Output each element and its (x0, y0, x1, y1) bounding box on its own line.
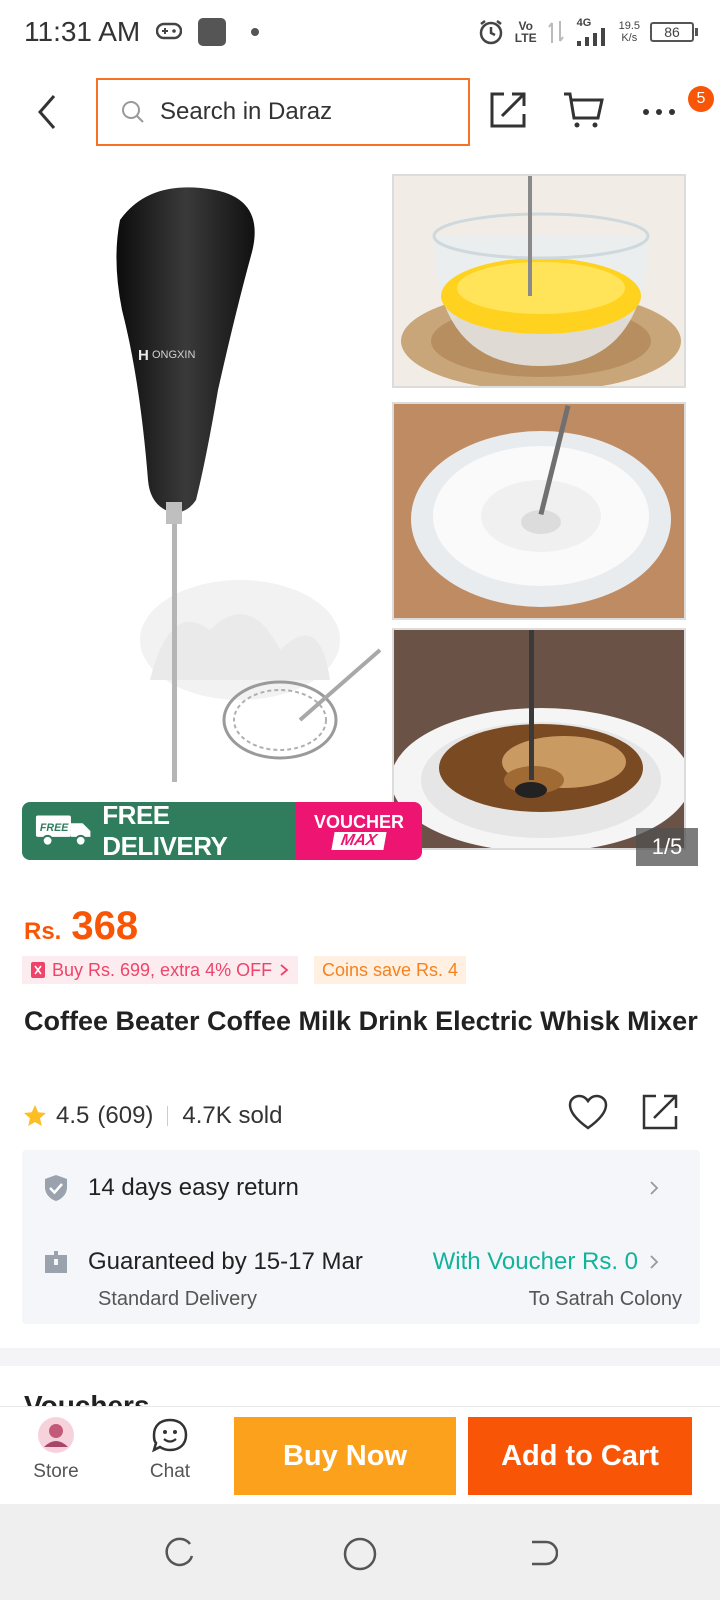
package-icon (45, 1251, 67, 1273)
cart-icon[interactable] (562, 90, 604, 130)
chevron-right-icon (280, 964, 289, 976)
home-icon[interactable] (342, 1536, 378, 1572)
store-button[interactable]: Store (16, 1415, 96, 1483)
search-input[interactable]: Search in Daraz (96, 78, 470, 146)
delivery-voucher-text: With Voucher Rs. 0 (432, 1248, 638, 1275)
more-icon[interactable] (642, 108, 676, 116)
heart-icon[interactable] (568, 1094, 608, 1132)
shield-check-icon (45, 1175, 67, 1201)
delivery-row[interactable]: Guaranteed by 15-17 Mar With Voucher Rs.… (42, 1242, 682, 1282)
chat-button[interactable]: Chat (130, 1415, 210, 1483)
battery-icon: 86 (650, 22, 698, 42)
buy-now-button[interactable]: Buy Now (234, 1417, 456, 1495)
free-delivery-badge: FREE FREE DELIVERY (22, 802, 296, 860)
rating-divider (167, 1106, 169, 1126)
sold-count: 4.7K sold (182, 1102, 283, 1129)
voucher-max-bottom: MAX (331, 831, 387, 850)
price-amount: 368 (71, 904, 139, 948)
bundle-offer-chip[interactable]: Buy Rs. 699, extra 4% OFF (22, 956, 299, 984)
signal-icon: 4G (575, 17, 609, 47)
system-navigation-bar (0, 1504, 720, 1600)
search-icon (122, 101, 144, 123)
rating-count: (609) (97, 1102, 154, 1129)
share-icon[interactable] (488, 90, 528, 130)
coins-chip[interactable]: Coins save Rs. 4 (314, 956, 467, 984)
top-header: Search in Daraz 5 (0, 64, 720, 160)
free-small-text: FREE (40, 822, 69, 834)
milk-frother-image: H ONGXIN (116, 187, 382, 782)
voucher-max-badge: VOUCHER MAX (296, 802, 422, 860)
delivery-type: Standard Delivery (98, 1288, 257, 1310)
truck-icon: FREE (35, 815, 91, 847)
back-nav-icon[interactable] (524, 1536, 558, 1570)
rating-row[interactable]: 4.5 (609) 4.7K sold (22, 1096, 282, 1136)
product-price: Rs. 368 (24, 904, 138, 949)
service-info-card: 14 days easy return Guaranteed by 15-17 … (22, 1150, 700, 1324)
back-arrow-icon[interactable] (30, 90, 70, 134)
alarm-icon (479, 20, 503, 45)
return-policy-text: 14 days easy return (88, 1174, 299, 1201)
delivery-location: To Satrah Colony (528, 1288, 682, 1310)
dot-icon (251, 28, 259, 36)
bundle-offer-text: Buy Rs. 699, extra 4% OFF (52, 960, 273, 980)
data-arrows-icon (547, 21, 564, 43)
photo-coffee-cup (392, 628, 686, 850)
chat-icon (152, 1418, 188, 1453)
brand-text: ONGXIN (152, 349, 195, 361)
delivery-date-text: Guaranteed by 15-17 Mar (88, 1248, 363, 1275)
search-placeholder: Search in Daraz (160, 98, 333, 125)
product-title: Coffee Beater Coffee Milk Drink Electric… (24, 1006, 698, 1036)
rating-value: 4.5 (56, 1102, 90, 1129)
volte-indicator: Vo LTE (515, 20, 537, 44)
svg-text:H: H (138, 347, 149, 364)
product-image-gallery[interactable]: H ONGXIN FREE FREE DELIVERY VOUCHER MAX … (0, 160, 720, 880)
photo-frothed-milk (392, 402, 686, 620)
cart-badge: 5 (688, 86, 714, 112)
net-speed-value: 19.5 (618, 20, 640, 32)
add-to-cart-button[interactable]: Add to Cart (468, 1417, 692, 1495)
store-label: Store (33, 1461, 79, 1482)
store-avatar-icon (38, 1417, 74, 1453)
image-pager: 1/5 (636, 828, 698, 866)
status-time: 11:31 AM (24, 16, 141, 47)
app-square-icon (198, 18, 226, 46)
section-divider (0, 1348, 720, 1366)
free-delivery-label: FREE DELIVERY (102, 802, 228, 860)
photo-egg-bowl (392, 174, 686, 388)
chevron-right-icon (650, 1255, 659, 1269)
volte-bottom: LTE (514, 31, 537, 45)
voucher-max-top: VOUCHER (313, 811, 404, 832)
gamepad-icon (156, 22, 182, 40)
price-currency: Rs. (24, 918, 62, 945)
share-product-icon[interactable] (640, 1092, 680, 1132)
bottom-action-bar: Store Chat Buy Now Add to Cart (0, 1406, 720, 1504)
chat-label: Chat (149, 1461, 191, 1482)
ticket-icon (31, 962, 45, 978)
promo-banner: FREE FREE DELIVERY VOUCHER MAX (22, 802, 422, 860)
star-icon (24, 1105, 46, 1126)
return-policy-row[interactable]: 14 days easy return (42, 1168, 682, 1208)
status-bar: 11:31 AM Vo LTE 4G 19.5 K/s 86 (0, 0, 720, 64)
net-speed-unit: K/s (621, 32, 638, 44)
net-speed: 19.5 K/s (619, 20, 640, 44)
chevron-right-icon (650, 1181, 659, 1195)
status-right-group: Vo LTE 4G 19.5 K/s 86 (477, 14, 698, 50)
recent-apps-icon[interactable] (162, 1536, 196, 1570)
